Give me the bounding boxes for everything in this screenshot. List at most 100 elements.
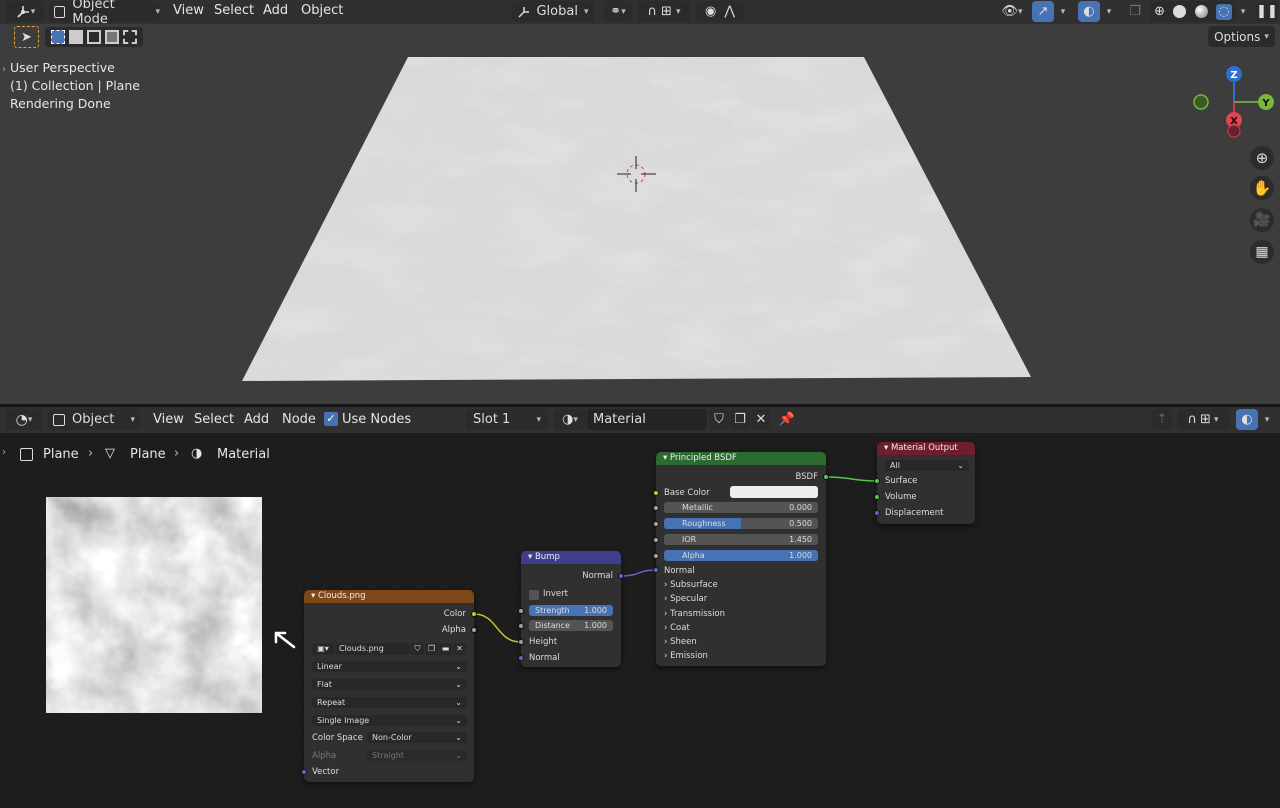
- projection-dropdown[interactable]: Flat ⌄: [312, 679, 467, 690]
- snap-button[interactable]: ∩ ⊞ ▾: [638, 1, 690, 22]
- toolbar-expand-icon[interactable]: ›: [2, 64, 6, 75]
- input-normal-socket[interactable]: [518, 655, 524, 661]
- input-alpha-socket[interactable]: [653, 553, 659, 559]
- duplicate-image-button[interactable]: ❐: [425, 643, 438, 655]
- panel-specular[interactable]: › Specular: [664, 594, 707, 604]
- overlays-toggle[interactable]: ◐: [1236, 409, 1258, 430]
- image-name-field[interactable]: Clouds.png: [335, 643, 410, 655]
- parent-node-tree-button[interactable]: ⇡: [1152, 409, 1172, 430]
- editor-type-button[interactable]: ◔ ▾: [6, 409, 42, 430]
- plane-mesh[interactable]: [0, 0, 1280, 404]
- sidebar-toggle[interactable]: ❚❚: [1256, 1, 1278, 22]
- options-button[interactable]: Options ▾: [1208, 26, 1275, 47]
- base-color-swatch[interactable]: [730, 486, 818, 498]
- xray-toggle[interactable]: ❐: [1124, 1, 1146, 22]
- roughness-field[interactable]: Roughness 0.500: [664, 518, 818, 529]
- pan-button[interactable]: ✋: [1250, 176, 1274, 200]
- image-texture-node[interactable]: ▾ Clouds.png Color Alpha ▣▾ Clouds.png ⛉…: [301, 590, 477, 782]
- use-nodes-checkbox[interactable]: ✓: [324, 412, 338, 426]
- image-browse-button[interactable]: ▣▾: [312, 643, 334, 655]
- proportional-edit-button[interactable]: ◉ ⋀: [696, 1, 744, 22]
- input-strength-socket[interactable]: [518, 608, 524, 614]
- duplicate-material-button[interactable]: ❐: [730, 409, 750, 430]
- material-browse-button[interactable]: ◑ ▾: [554, 409, 586, 430]
- shading-dropdown[interactable]: ▾: [1236, 1, 1250, 22]
- principled-bsdf-node[interactable]: ▾ Principled BSDF BSDF Base Color Metall…: [653, 452, 829, 666]
- overlays-toggle[interactable]: ◐: [1078, 1, 1100, 22]
- transform-orientation-dropdown[interactable]: Global ▾: [512, 1, 594, 22]
- alpha-field[interactable]: Alpha 1.000: [664, 550, 818, 561]
- select-new-icon[interactable]: [51, 30, 65, 44]
- wireframe-shading-icon[interactable]: ⊕: [1154, 4, 1165, 19]
- input-ior-socket[interactable]: [653, 537, 659, 543]
- panel-transmission[interactable]: › Transmission: [664, 609, 725, 619]
- input-displacement-socket[interactable]: [874, 510, 880, 516]
- bump-node[interactable]: ▾ Bump Normal Invert Strength 1.000 Dista…: [518, 551, 624, 667]
- input-metallic-socket[interactable]: [653, 505, 659, 511]
- select-extend-icon[interactable]: [69, 30, 83, 44]
- image-texture-node-header[interactable]: ▾ Clouds.png: [304, 590, 474, 603]
- panel-subsurface[interactable]: › Subsurface: [664, 580, 718, 590]
- output-bsdf-socket[interactable]: [823, 474, 829, 480]
- mode-dropdown[interactable]: Object Mode ▾: [49, 0, 160, 27]
- input-normal-socket[interactable]: [653, 567, 659, 573]
- overlays-dropdown[interactable]: ▾: [1259, 409, 1275, 430]
- unlink-image-button[interactable]: ✕: [453, 643, 466, 655]
- panel-sheen[interactable]: › Sheen: [664, 637, 697, 647]
- menu-select[interactable]: Select: [194, 412, 234, 427]
- material-name-field[interactable]: Material: [587, 409, 707, 430]
- solid-shading-icon[interactable]: [1173, 5, 1187, 18]
- output-color-socket[interactable]: [471, 611, 477, 617]
- camera-view-button[interactable]: 🎥: [1250, 208, 1274, 232]
- perspective-toggle-button[interactable]: ▦: [1250, 240, 1274, 264]
- open-image-button[interactable]: ▬: [439, 643, 452, 655]
- snap-button[interactable]: ∩ ⊞ ▾: [1177, 409, 1229, 430]
- select-invert-icon[interactable]: [105, 30, 119, 44]
- distance-field[interactable]: Distance 1.000: [529, 620, 613, 631]
- toolbar-expand-icon[interactable]: ›: [2, 447, 6, 458]
- editor-type-button[interactable]: ▾: [6, 1, 44, 22]
- source-dropdown[interactable]: Single Image ⌄: [312, 715, 467, 726]
- material-preview-icon[interactable]: [1194, 5, 1208, 18]
- rendered-shading-icon[interactable]: ◌: [1215, 3, 1232, 20]
- bump-node-header[interactable]: ▾ Bump: [521, 551, 621, 564]
- alpha-mode-dropdown[interactable]: Straight ⌄: [367, 750, 467, 761]
- menu-add[interactable]: Add: [244, 412, 269, 427]
- input-base-color-socket[interactable]: [653, 490, 659, 496]
- strength-field[interactable]: Strength 1.000: [529, 605, 613, 616]
- input-distance-socket[interactable]: [518, 623, 524, 629]
- ior-field[interactable]: IOR 1.450: [664, 534, 818, 545]
- panel-coat[interactable]: › Coat: [664, 623, 690, 633]
- color-space-dropdown[interactable]: Non-Color ⌄: [367, 732, 467, 743]
- output-alpha-socket[interactable]: [471, 627, 477, 633]
- extension-dropdown[interactable]: Repeat ⌄: [312, 697, 467, 708]
- select-intersect-icon[interactable]: [123, 30, 137, 44]
- slot-dropdown[interactable]: Slot 1 ▾: [466, 409, 548, 430]
- interpolation-dropdown[interactable]: Linear ⌄: [312, 661, 467, 672]
- select-tool-button[interactable]: ➤: [14, 26, 39, 48]
- input-surface-socket[interactable]: [874, 478, 880, 484]
- menu-object[interactable]: Object: [301, 3, 343, 18]
- 3d-viewport[interactable]: ▾ Object Mode ▾ View Select Add Object G…: [0, 0, 1280, 404]
- use-nodes-label[interactable]: Use Nodes: [342, 412, 411, 427]
- menu-add[interactable]: Add: [263, 3, 288, 18]
- menu-view[interactable]: View: [173, 3, 204, 18]
- panel-emission[interactable]: › Emission: [664, 651, 708, 661]
- principled-bsdf-node-header[interactable]: ▾ Principled BSDF: [656, 452, 826, 465]
- zoom-button[interactable]: ⊕: [1250, 146, 1274, 170]
- pivot-point-button[interactable]: ⚭ ▾: [604, 1, 632, 22]
- output-normal-socket[interactable]: [618, 573, 624, 579]
- unlink-material-button[interactable]: ✕: [751, 409, 771, 430]
- select-subtract-icon[interactable]: [87, 30, 101, 44]
- input-roughness-socket[interactable]: [653, 521, 659, 527]
- gizmo-toggle[interactable]: ↗: [1032, 1, 1054, 22]
- material-output-node[interactable]: ▾ Material Output All ⌄ Surface Volume Di…: [874, 442, 975, 524]
- input-height-socket[interactable]: [518, 639, 524, 645]
- input-volume-socket[interactable]: [874, 494, 880, 500]
- invert-checkbox[interactable]: [529, 590, 539, 600]
- material-output-node-header[interactable]: ▾ Material Output: [877, 442, 975, 455]
- navigation-gizmo[interactable]: Z Y X: [1190, 62, 1280, 142]
- shader-type-dropdown[interactable]: Object ▾: [48, 409, 140, 430]
- fake-user-button[interactable]: ⛉: [709, 409, 729, 430]
- gizmo-dropdown[interactable]: ▾: [1055, 1, 1071, 22]
